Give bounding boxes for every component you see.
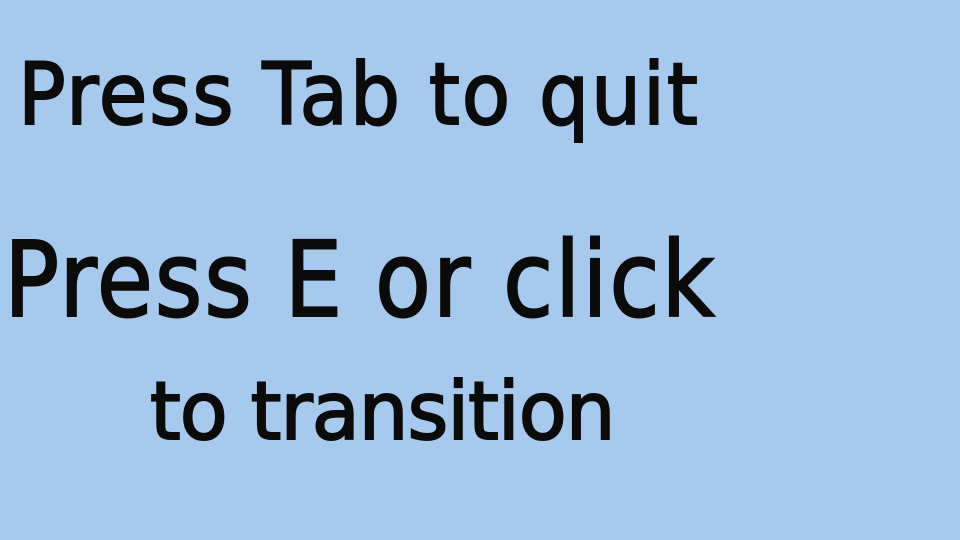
transition-instruction-text-line1: Press E or click — [3, 219, 717, 341]
transition-instruction-text-line2: to transition — [149, 365, 616, 458]
quit-instruction-text: Press Tab to quit — [17, 45, 700, 145]
instruction-screen[interactable]: Press Tab to quit Press E or click to tr… — [0, 0, 960, 540]
